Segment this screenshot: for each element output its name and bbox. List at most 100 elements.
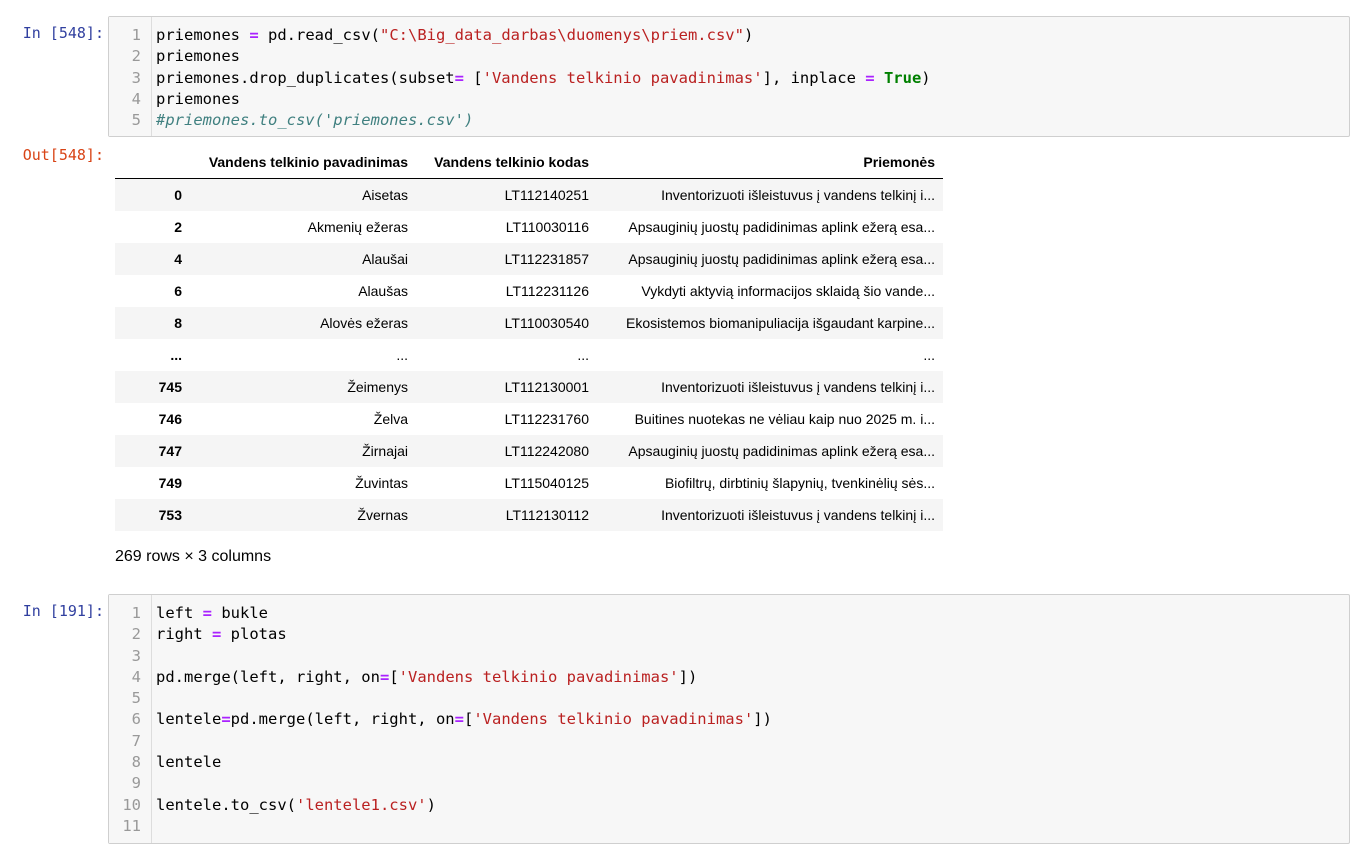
code-token: =: [221, 710, 231, 729]
code-token: =: [454, 710, 464, 729]
table-cell: LT112231126: [505, 283, 589, 299]
table-row: 2 Akmenių ežeras LT110030116 Apsauginių juo…: [115, 211, 943, 243]
code-line: 6 lentele=pd.merge(left, right, on=['Vand…: [109, 709, 1349, 730]
code-token: ): [426, 795, 436, 814]
row-index: 0: [174, 187, 182, 203]
code-token: =: [202, 604, 213, 622]
line-number: 3: [131, 646, 141, 665]
row-index: 753: [158, 507, 182, 523]
table-row: 753 Žvernas LT112130112 Inventorizuoti išle…: [115, 499, 943, 531]
code-line: 2 right = plotas: [109, 624, 1349, 645]
table-cell: Žeimenys: [347, 379, 408, 395]
input-prompt: In [191]:: [22, 602, 104, 620]
table-cell: Aisetas: [362, 187, 408, 203]
row-index: 749: [158, 475, 182, 491]
table-row: 747 Žirnajai LT112242080 Apsauginių juostų …: [115, 435, 943, 467]
code-token: ]): [678, 667, 698, 686]
row-index: ...: [170, 347, 182, 363]
code-line: 5 #priemones.to_csv('priemones.csv'): [109, 110, 1349, 131]
row-index: 745: [158, 379, 182, 395]
code-line: 8 lentele: [109, 752, 1349, 773]
code-token: [: [463, 68, 483, 87]
code-token: right: [156, 625, 212, 644]
code-token: ): [921, 68, 931, 87]
table-header-row: Vandens telkinio pavadinimas Vandens tel…: [115, 146, 943, 179]
table-cell: ...: [577, 347, 589, 363]
line-number: 5: [131, 111, 141, 130]
table-cell: ...: [923, 347, 935, 363]
table-cell: Apsauginių juostų padidinimas aplink eže…: [628, 443, 935, 459]
code-token: ], inplace: [762, 68, 866, 87]
line-number: 1: [131, 604, 141, 622]
line-number: 4: [131, 89, 141, 108]
table-cell: Biofiltrų, dirbtinių šlapynių, tvenkinėl…: [664, 475, 935, 491]
code-token: priemones: [156, 26, 250, 44]
code-token: bukle: [212, 604, 269, 622]
code-text: priemones.drop_duplicates(subset= ['Vand…: [156, 68, 931, 89]
code-line: 9: [109, 773, 1349, 794]
line-number: 4: [131, 667, 141, 686]
table-cell: Vykdyti aktyvią informacijos sklaidą šio…: [641, 283, 935, 299]
code-lines: 1 priemones = pd.read_csv("C:\Big_data_da…: [109, 25, 1349, 131]
code-token: plotas: [221, 625, 287, 644]
code-line: 4 priemones: [109, 89, 1349, 110]
code-token: pd.read_csv(: [258, 26, 380, 44]
code-token: True: [883, 68, 922, 87]
table-cell: Ekosistemos biomanipuliacija išgaudant k…: [626, 315, 935, 331]
code-token: [: [463, 710, 474, 729]
code-token: lentele: [156, 710, 222, 729]
table-cell: Alovės ežeras: [320, 315, 408, 331]
table-cell: Inventorizuoti išleistuvus į vandens tel…: [661, 379, 935, 395]
dataframe-shape: 269 rows × 3 columns: [115, 548, 272, 565]
table-cell: LT110030116: [505, 219, 589, 235]
row-index: 4: [174, 251, 182, 267]
code-line: 7: [109, 731, 1349, 752]
code-token: lentele: [156, 753, 222, 772]
code-line: 3 priemones.drop_duplicates(subset= ['Van…: [109, 68, 1349, 89]
table-cell: LT115040125: [504, 475, 589, 491]
code-text: priemones = pd.read_csv("C:\Big_data_dar…: [156, 25, 753, 46]
code-line: 1 left = bukle: [109, 603, 1349, 624]
index-header: [115, 146, 190, 179]
table-cell: Žvernas: [357, 507, 408, 523]
code-token: priemones: [156, 47, 240, 66]
dataframe-table: Vandens telkinio pavadinimas Vandens tel…: [115, 146, 943, 531]
code-token: pd.merge(left, right, on: [230, 710, 455, 729]
code-text: lentele=pd.merge(left, right, on=['Vande…: [156, 709, 772, 730]
code-editor[interactable]: 1 priemones = pd.read_csv("C:\Big_data_da…: [108, 16, 1350, 137]
code-token: pd.merge(left, right, on: [156, 667, 380, 686]
code-text: #priemones.to_csv('priemones.csv'): [156, 110, 473, 131]
output-prompt: Out[548]:: [22, 146, 104, 164]
code-editor[interactable]: 1 left = bukle 2 right = plotas 3 4 pd.merge(l…: [108, 594, 1350, 844]
row-index: 8: [174, 315, 182, 331]
code-token: 'Vandens telkinio pavadinimas': [482, 68, 763, 87]
line-number: 2: [131, 47, 141, 66]
table-row: ............: [115, 339, 943, 371]
table-row: 8 Alovės ežeras LT110030540 Ekosistemos bio…: [115, 307, 943, 339]
table-cell: ...: [396, 347, 408, 363]
table-cell: Buitines nuotekas ne vėliau kaip nuo 202…: [634, 411, 935, 427]
table-cell: Akmenių ežeras: [307, 219, 408, 235]
line-number: 8: [131, 753, 141, 772]
code-token: lentele.to_csv(: [156, 795, 296, 814]
code-token: left: [156, 604, 203, 622]
table-cell: Alaušas: [358, 283, 408, 299]
table-cell: Inventorizuoti išleistuvus į vandens tel…: [661, 187, 935, 203]
table-cell: Inventorizuoti išleistuvus į vandens tel…: [661, 507, 935, 523]
code-lines: 1 left = bukle 2 right = plotas 3 4 pd.merge(l…: [109, 603, 1349, 837]
code-token: =: [212, 625, 222, 644]
code-text: lentele: [156, 752, 221, 773]
table-cell: LT112130001: [504, 379, 589, 395]
code-token: 'Vandens telkinio pavadinimas': [473, 710, 754, 729]
code-line: 10 lentele.to_csv('lentele1.csv'): [109, 795, 1349, 816]
code-text: priemones: [156, 46, 240, 67]
table-cell: LT112231760: [504, 411, 589, 427]
table-cell: LT112231857: [504, 251, 589, 267]
table-row: 749 Žuvintas LT115040125 Biofiltrų, dirbtin…: [115, 467, 943, 499]
code-line: 4 pd.merge(left, right, on=['Vandens telk…: [109, 667, 1349, 688]
code-token: =: [865, 68, 875, 87]
column-header: Priemonės: [597, 146, 943, 179]
code-text: left = bukle: [156, 603, 268, 624]
input-prompt: In [548]:: [22, 24, 104, 42]
